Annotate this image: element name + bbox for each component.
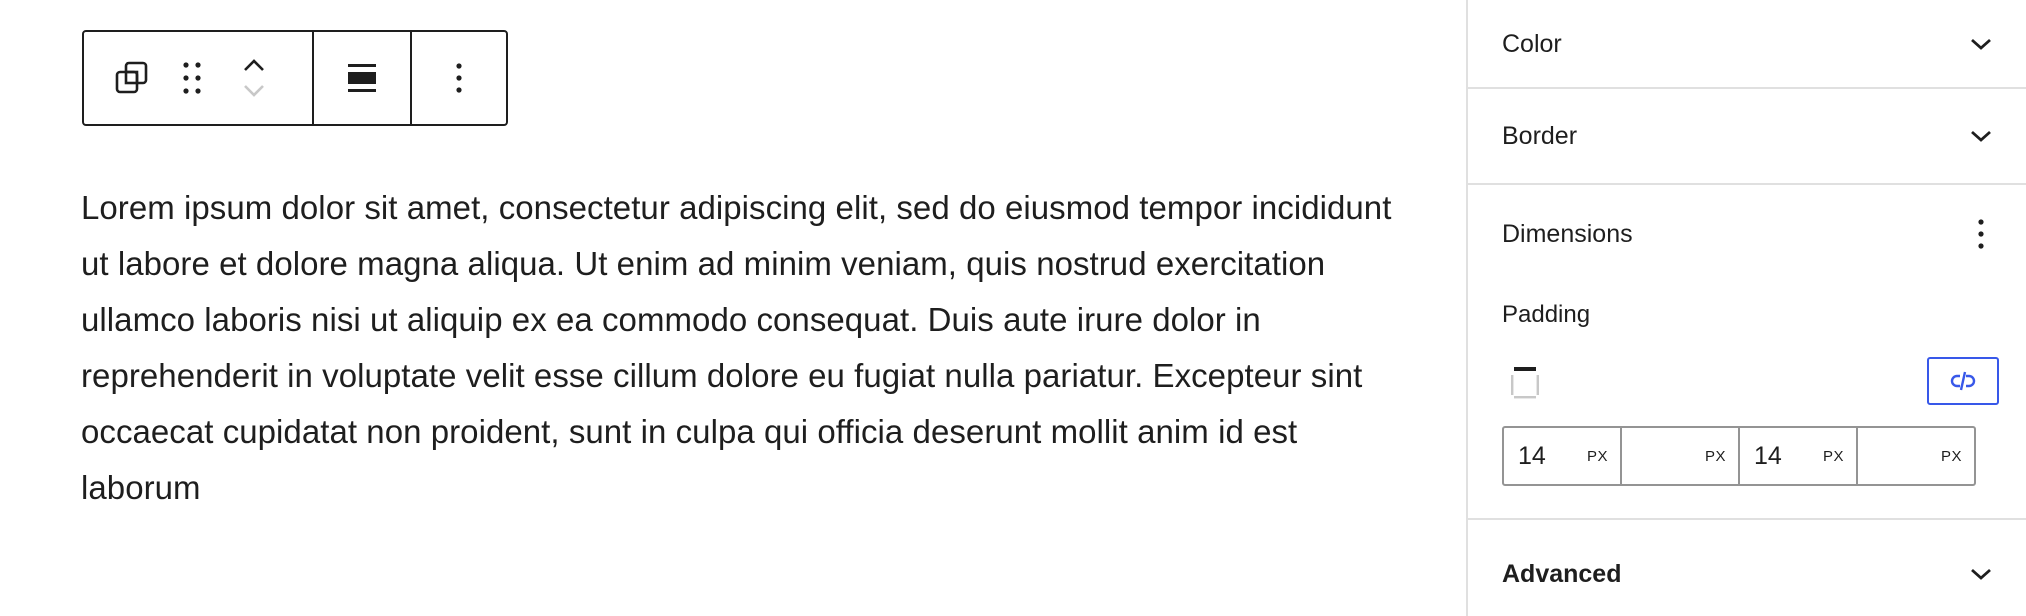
padding-inputs: PX PX PX PX (1502, 426, 1976, 486)
align-full-button[interactable] (334, 50, 390, 106)
move-up-icon (244, 59, 264, 71)
panel-dimensions: Dimensions Padding 14 PX PX 14 PX PX (1468, 185, 2026, 520)
box-sides-icon (1508, 363, 1542, 403)
drag-handle-icon (183, 62, 201, 94)
panel-advanced-title: Advanced (1502, 559, 1622, 588)
panel-dimensions-header: Dimensions (1468, 190, 2026, 278)
block-transform-icon (115, 61, 148, 94)
padding-bottom-field: PX (1738, 428, 1856, 484)
padding-right-field: PX (1620, 428, 1738, 484)
toolbar-group-align (312, 32, 410, 124)
padding-left-unit[interactable]: PX (1941, 448, 1962, 465)
padding-left-field: PX (1856, 428, 1974, 484)
chevron-down-icon (1966, 29, 1996, 59)
block-toolbar (82, 30, 508, 126)
panel-dimensions-title: Dimensions (1502, 219, 1633, 248)
more-vertical-icon (1978, 219, 1984, 249)
toolbar-group-block (84, 32, 312, 124)
panel-color-toggle[interactable]: Color (1468, 0, 2026, 88)
paragraph-block[interactable]: Lorem ipsum dolor sit amet, consectetur … (81, 180, 1421, 516)
align-full-icon (348, 64, 376, 92)
move-up-button[interactable] (234, 52, 274, 78)
padding-top-input[interactable] (1518, 441, 1578, 471)
panel-color-title: Color (1502, 29, 1562, 58)
block-mover (234, 52, 274, 104)
settings-sidebar: Color Border Dimensions Padding 14 PX PX… (1466, 0, 2026, 616)
app-root: Lorem ipsum dolor sit amet, consectetur … (0, 0, 2026, 616)
panel-border-toggle[interactable]: Border (1468, 92, 2026, 180)
move-down-button[interactable] (234, 78, 274, 104)
chevron-down-icon (1966, 559, 1996, 589)
panel-advanced-toggle[interactable]: Advanced (1468, 530, 2026, 616)
drag-handle-button[interactable] (172, 56, 212, 100)
chevron-down-icon (1966, 121, 1996, 151)
padding-bottom-input[interactable] (1754, 441, 1814, 471)
padding-top-unit[interactable]: PX (1587, 448, 1608, 465)
unlink-icon (1950, 371, 1976, 391)
padding-right-unit[interactable]: PX (1705, 448, 1726, 465)
padding-top-field: PX (1504, 428, 1620, 484)
block-transform-button[interactable] (112, 56, 152, 100)
padding-right-input[interactable] (1636, 441, 1696, 471)
padding-bottom-unit[interactable]: PX (1823, 448, 1844, 465)
panel-advanced: Advanced (1468, 520, 2026, 616)
editor-canvas: Lorem ipsum dolor sit amet, consectetur … (0, 0, 1466, 616)
panel-border-title: Border (1502, 121, 1578, 150)
toolbar-group-options (410, 32, 506, 124)
unlink-sides-button[interactable] (1927, 357, 1999, 405)
padding-left-input[interactable] (1872, 441, 1932, 471)
more-options-button[interactable] (435, 50, 483, 106)
move-down-icon (244, 85, 264, 97)
dimensions-options-button[interactable] (1966, 212, 1996, 256)
more-options-icon (456, 63, 462, 93)
padding-label: Padding (1502, 301, 1591, 328)
panel-border: Border (1468, 89, 2026, 185)
panel-color: Color (1468, 0, 2026, 89)
